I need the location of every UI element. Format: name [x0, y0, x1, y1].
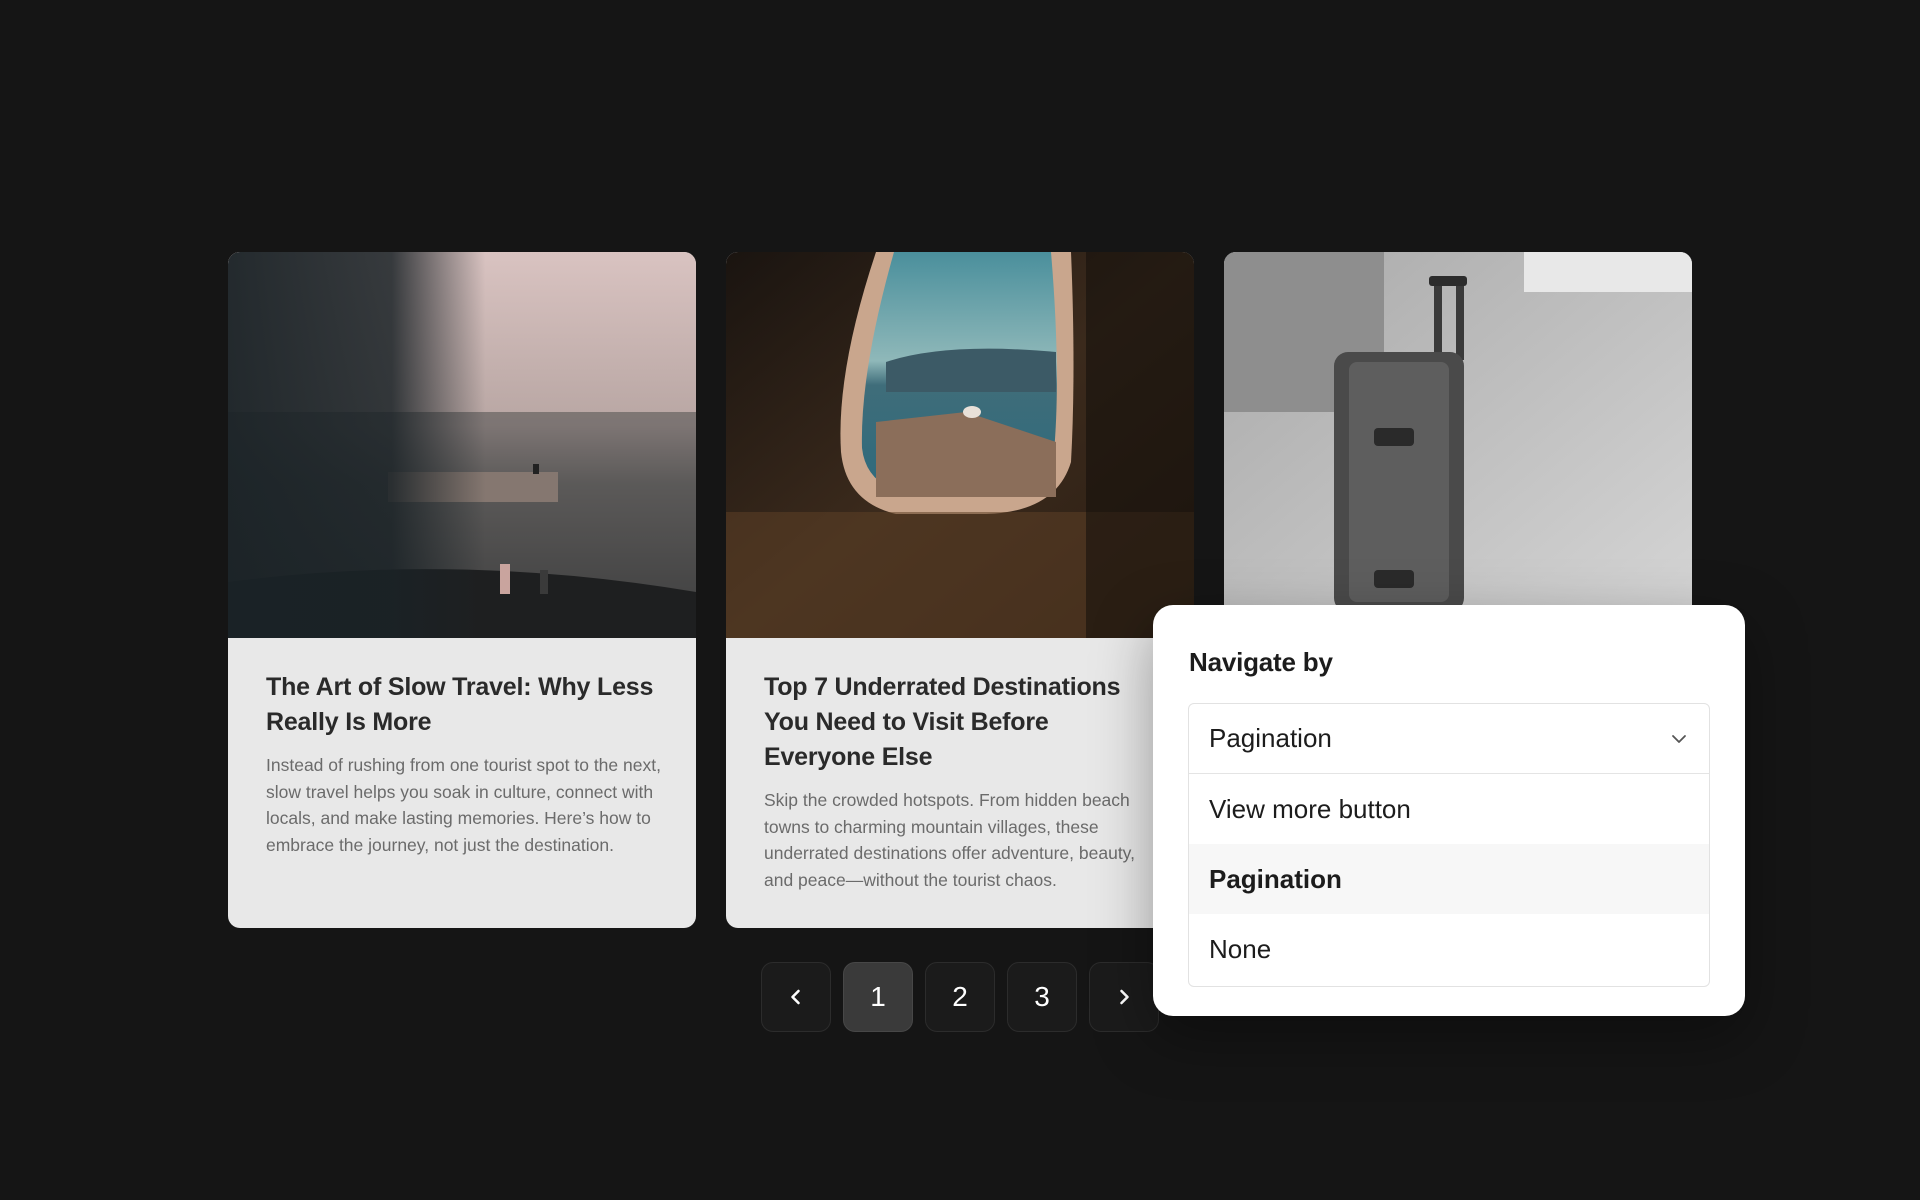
article-image-suitcase[interactable] [1224, 252, 1692, 638]
option-view-more-button[interactable]: View more button [1189, 774, 1709, 844]
article-title[interactable]: The Art of Slow Travel: Why Less Really … [266, 670, 666, 740]
article-image-beach[interactable] [228, 252, 696, 638]
chevron-right-icon [1120, 989, 1129, 1005]
page-2-button[interactable]: 2 [925, 962, 995, 1032]
article-excerpt: Instead of rushing from one tourist spot… [266, 755, 661, 855]
select-trigger[interactable]: Pagination [1189, 704, 1709, 774]
article-card-1[interactable]: The Art of Slow Travel: Why Less Really … [228, 252, 696, 928]
article-excerpt: Skip the crowded hotspots. From hidden b… [764, 790, 1135, 890]
page-3-button[interactable]: 3 [1007, 962, 1077, 1032]
next-page-button[interactable] [1089, 962, 1159, 1032]
page-1-button[interactable]: 1 [843, 962, 913, 1032]
selected-value: Pagination [1209, 723, 1332, 753]
chevron-down-icon [1672, 734, 1686, 743]
option-pagination[interactable]: Pagination [1189, 844, 1709, 914]
chevron-left-icon [791, 989, 800, 1005]
panel-title: Navigate by [1189, 647, 1333, 677]
previous-page-button[interactable] [761, 962, 831, 1032]
navigate-by-select[interactable]: Pagination View more button Pagination N… [1188, 703, 1710, 987]
article-title[interactable]: Top 7 Underrated Destinations You Need t… [764, 670, 1164, 775]
option-none[interactable]: None [1189, 914, 1709, 984]
article-image-window[interactable] [726, 252, 1194, 638]
page: The Art of Slow Travel: Why Less Really … [0, 0, 1920, 1200]
article-card-2[interactable]: Top 7 Underrated Destinations You Need t… [726, 252, 1194, 928]
navigate-by-panel: Navigate by Pagination View more button … [1153, 605, 1745, 1016]
